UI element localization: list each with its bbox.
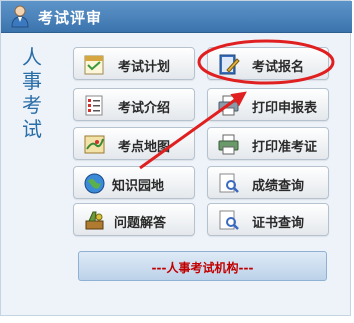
arrow-line xyxy=(139,91,247,170)
highlight-ellipse xyxy=(197,39,335,85)
annotation-overlay xyxy=(139,39,335,170)
